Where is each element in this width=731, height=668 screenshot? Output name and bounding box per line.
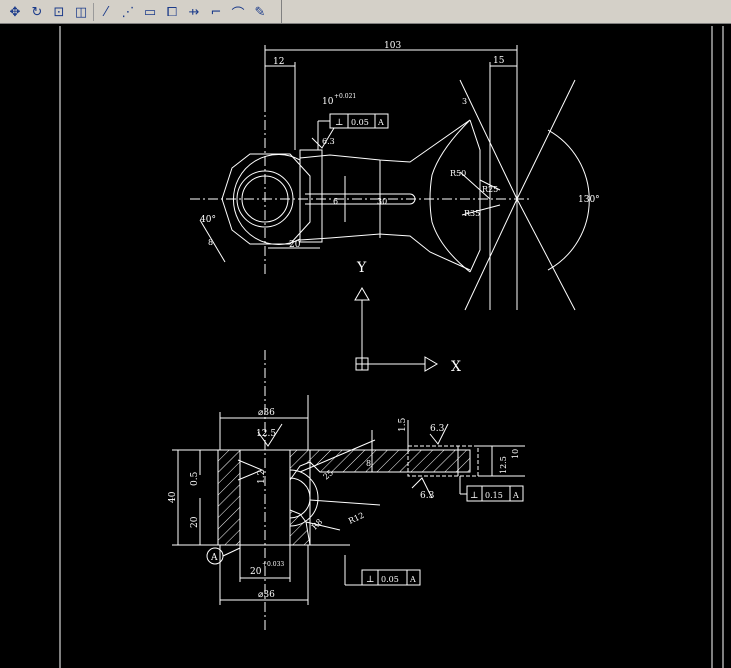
dim-right-a: 12.5 [499,456,508,474]
section-view [172,350,525,630]
dim-15: 1.5 [398,417,408,432]
rectangle-button[interactable]: ▭ [139,2,161,22]
dim-r25: R25 [482,185,498,194]
toolbar: ✥ ↻ ⊡ ◫ ⁄ ⋰ ▭ ⧠ ⇸ ⌐ ⌒ ✎ [0,0,731,24]
chamfer-button[interactable]: ⌐ [205,2,227,22]
tol-value-top: 0.05 [351,118,369,127]
ucs-x-label: X [451,359,461,375]
tol1-value: 0.15 [485,491,503,500]
tol1-symbol: ⊥ [470,491,478,501]
roughness-125: 12.5 [256,429,276,439]
zoom-extents-icon: ◫ [74,4,88,20]
line-button[interactable]: ⁄ [95,2,117,22]
tol2-datum: A [409,575,416,584]
drawing-frame [59,26,724,668]
rotate-button[interactable]: ↻ [26,2,48,22]
tol-datum-top: A [377,118,384,127]
dim-20-vertical: 20 [190,516,200,528]
dim-angle-left: 40° [200,215,216,225]
dim-05: 0.5 [190,471,200,486]
dim-8: 8 [208,238,213,247]
drawing-canvas[interactable]: 103 12 15 10 +0.021 20 30 6 40° 8 130° R… [0,24,731,668]
dim-angle-right: 130° [578,195,600,205]
pan-button[interactable]: ✥ [4,2,26,22]
ucs-y-label: Y [356,260,367,276]
dim-total-width: 103 [384,41,401,51]
line-icon: ⁄ [104,4,108,20]
zoom-window-icon: ⊡ [53,4,65,20]
roughness-top: 6.3 [322,137,335,146]
roughness-63-top: 6.3 [430,424,445,434]
dim-r8: R8 [310,517,324,531]
dim-right: 15 [493,56,505,66]
zoom-extents-button[interactable]: ◫ [70,2,92,22]
dim-r50: R50 [450,169,466,178]
dim-right-b: 10 [511,449,520,459]
dim-8-section: 8 [366,459,371,468]
tol-symbol-top: ⊥ [335,118,343,128]
top-view [190,45,590,311]
dim-hole-tol: +0.033 [262,561,284,568]
fillet-icon: ⌒ [231,6,245,22]
dim-height: 40 [168,491,178,503]
ucs-icon [354,287,438,372]
dim-30: 30 [377,197,387,206]
dim-3: 3 [462,97,467,106]
cad-drawing: 103 12 15 10 +0.021 20 30 6 40° 8 130° R… [59,26,724,668]
window-icon: ⧠ [166,4,178,20]
dim-slot-tolerance: +0.021 [334,93,356,100]
chamfer-icon: ⌐ [210,4,222,20]
roughness-63-bottom: 6.3 [420,491,435,501]
datum-label: A [210,553,218,563]
toolbar-strip: ✥ ↻ ⊡ ◫ ⁄ ⋰ ▭ ⧠ ⇸ ⌐ ⌒ ✎ [0,0,282,24]
dim-slot-width: 10 [322,97,334,107]
dim-dia-bottom: ⌀36 [258,590,275,600]
dashed-line-icon: ⋰ [121,4,135,20]
trim-icon: ⇸ [188,4,200,20]
dashed-line-button[interactable]: ⋰ [117,2,139,22]
dim-r12: R12 [347,511,365,526]
toolbar-separator [93,3,94,21]
dim-20: 20 [289,240,301,250]
pan-icon: ✥ [9,4,21,20]
fillet-button[interactable]: ⌒ [227,2,249,22]
dim-6: 6 [333,197,338,206]
tol1-datum: A [512,491,519,500]
dim-left: 12 [273,57,284,67]
trim-button[interactable]: ⇸ [183,2,205,22]
dim-12: 1.2 [257,470,267,484]
tol2-symbol: ⊥ [366,575,374,585]
window-button[interactable]: ⧠ [161,2,183,22]
rotate-icon: ↻ [31,4,43,20]
top-view-labels: 103 12 15 10 +0.021 20 30 6 40° 8 130° R… [200,41,600,250]
zoom-window-button[interactable]: ⊡ [48,2,70,22]
rectangle-icon: ▭ [143,4,157,20]
dim-r35: R35 [464,209,480,218]
render-icon: ✎ [254,4,266,20]
tol2-value: 0.05 [381,575,399,584]
dim-dia-top: ⌀36 [258,408,275,418]
render-button[interactable]: ✎ [249,2,271,22]
dim-hole: 20 [250,567,262,577]
